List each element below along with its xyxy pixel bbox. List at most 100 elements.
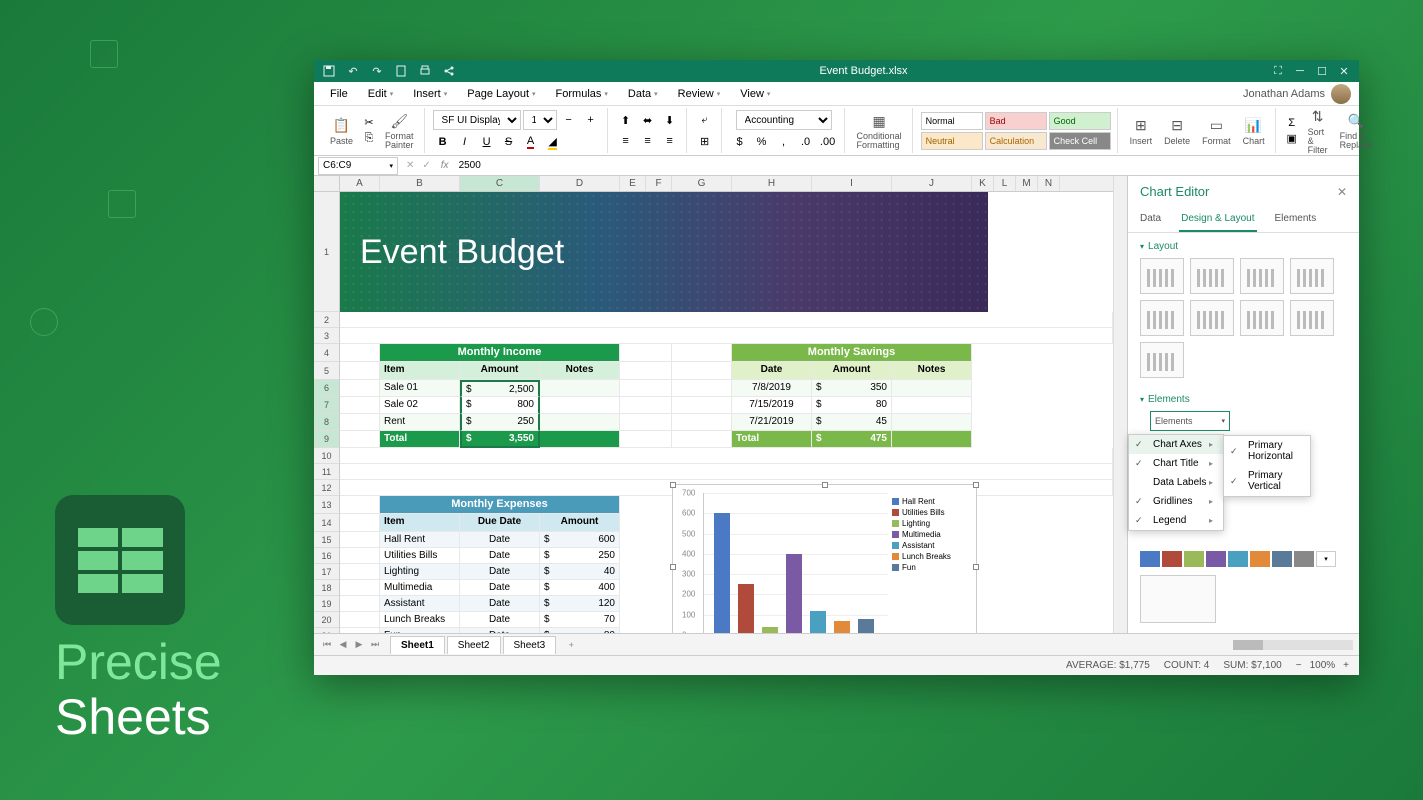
col-header-D[interactable]: D bbox=[540, 176, 620, 191]
format-painter-button[interactable]: 🖌 Format Painter bbox=[381, 109, 418, 152]
font-size-select[interactable]: 12 bbox=[523, 110, 557, 130]
conditional-formatting-button[interactable]: ▦ Conditional Formatting bbox=[853, 109, 906, 152]
chart-preview-thumb[interactable] bbox=[1140, 575, 1216, 623]
decrease-decimal-icon[interactable]: .0 bbox=[796, 133, 816, 151]
row-header-15[interactable]: 15 bbox=[314, 532, 340, 548]
submenu-primary-vertical[interactable]: ✓Primary Vertical bbox=[1224, 466, 1310, 496]
paste-button[interactable]: 📋 Paste bbox=[326, 113, 357, 148]
sort-filter-button[interactable]: ⇅Sort & Filter bbox=[1304, 105, 1332, 157]
elements-item-legend[interactable]: ✓Legend▸ bbox=[1129, 511, 1223, 530]
menu-file[interactable]: File bbox=[322, 85, 356, 103]
minimize-icon[interactable]: ─ bbox=[1293, 64, 1307, 78]
row-header-10[interactable]: 10 bbox=[314, 448, 340, 464]
menu-formulas[interactable]: Formulas▾ bbox=[548, 85, 616, 103]
col-header-G[interactable]: G bbox=[672, 176, 732, 191]
insert-button[interactable]: ⊞Insert bbox=[1126, 113, 1157, 148]
align-left-icon[interactable]: ≡ bbox=[616, 132, 636, 150]
row-header-16[interactable]: 16 bbox=[314, 548, 340, 564]
style-calculation[interactable]: Calculation bbox=[985, 132, 1047, 150]
layout-option-3[interactable] bbox=[1290, 258, 1334, 294]
user-area[interactable]: Jonathan Adams bbox=[1243, 84, 1351, 104]
increase-font-icon[interactable]: + bbox=[581, 111, 601, 129]
vertical-scrollbar[interactable] bbox=[1113, 176, 1127, 633]
row-header-2[interactable]: 2 bbox=[314, 312, 340, 328]
palette-color-6[interactable] bbox=[1272, 551, 1292, 567]
align-bottom-icon[interactable]: ⬇ bbox=[660, 111, 680, 129]
redo-icon[interactable]: ↷ bbox=[370, 64, 384, 78]
palette-color-4[interactable] bbox=[1228, 551, 1248, 567]
palette-color-0[interactable] bbox=[1140, 551, 1160, 567]
increase-decimal-icon[interactable]: .00 bbox=[818, 133, 838, 151]
col-header-H[interactable]: H bbox=[732, 176, 812, 191]
col-header-C[interactable]: C bbox=[460, 176, 540, 191]
style-check[interactable]: Check Cell bbox=[1049, 132, 1111, 150]
italic-button[interactable]: I bbox=[455, 133, 475, 151]
layout-option-7[interactable] bbox=[1290, 300, 1334, 336]
row-header-20[interactable]: 20 bbox=[314, 612, 340, 628]
percent-icon[interactable]: % bbox=[752, 133, 772, 151]
horizontal-scrollbar[interactable] bbox=[1233, 640, 1353, 650]
sheet-tab-sheet2[interactable]: Sheet2 bbox=[447, 636, 501, 654]
underline-button[interactable]: U bbox=[477, 133, 497, 151]
chart-button[interactable]: 📊Chart bbox=[1239, 113, 1269, 148]
row-header-21[interactable]: 21 bbox=[314, 628, 340, 633]
new-doc-icon[interactable] bbox=[394, 64, 408, 78]
align-middle-icon[interactable]: ⬌ bbox=[638, 111, 658, 129]
panel-tab-design---layout[interactable]: Design & Layout bbox=[1179, 207, 1256, 232]
merge-cells-icon[interactable]: ⊞ bbox=[695, 132, 715, 150]
row-header-4[interactable]: 4 bbox=[314, 344, 340, 362]
row-header-13[interactable]: 13 bbox=[314, 496, 340, 514]
font-name-select[interactable]: SF UI Display bbox=[433, 110, 521, 130]
layout-option-1[interactable] bbox=[1190, 258, 1234, 294]
palette-color-5[interactable] bbox=[1250, 551, 1270, 567]
row-header-7[interactable]: 7 bbox=[314, 397, 340, 414]
row-header-5[interactable]: 5 bbox=[314, 362, 340, 380]
row-header-8[interactable]: 8 bbox=[314, 414, 340, 431]
palette-color-2[interactable] bbox=[1184, 551, 1204, 567]
submenu-primary-horizontal[interactable]: ✓Primary Horizontal bbox=[1224, 436, 1310, 466]
palette-color-1[interactable] bbox=[1162, 551, 1182, 567]
spreadsheet-grid[interactable]: ABCDEFGHIJKLMN 1Event Budget234Monthly I… bbox=[314, 176, 1113, 633]
panel-tab-elements[interactable]: Elements bbox=[1273, 207, 1319, 232]
menu-data[interactable]: Data▾ bbox=[620, 85, 666, 103]
row-header-12[interactable]: 12 bbox=[314, 480, 340, 496]
delete-button[interactable]: ⊟Delete bbox=[1160, 113, 1194, 148]
layout-section-title[interactable]: ▾Layout bbox=[1140, 241, 1347, 252]
font-color-button[interactable]: A bbox=[521, 133, 541, 151]
confirm-formula-icon[interactable]: ✓ bbox=[418, 160, 434, 171]
format-button[interactable]: ▭Format bbox=[1198, 113, 1235, 148]
elements-item-gridlines[interactable]: ✓Gridlines▸ bbox=[1129, 492, 1223, 511]
formula-input[interactable] bbox=[455, 157, 1359, 175]
currency-icon[interactable]: $ bbox=[730, 133, 750, 151]
avatar[interactable] bbox=[1331, 84, 1351, 104]
share-icon[interactable] bbox=[442, 64, 456, 78]
layout-option-6[interactable] bbox=[1240, 300, 1284, 336]
col-header-A[interactable]: A bbox=[340, 176, 380, 191]
sheet-tab-sheet3[interactable]: Sheet3 bbox=[503, 636, 557, 654]
zoom-in-icon[interactable]: + bbox=[1343, 660, 1349, 671]
embedded-chart[interactable]: 0100200300400500600700Hall RentUtilities… bbox=[672, 484, 977, 633]
copy-icon[interactable]: ⎘ bbox=[361, 132, 377, 146]
elements-item-data-labels[interactable]: Data Labels▸ bbox=[1129, 473, 1223, 492]
save-icon[interactable] bbox=[322, 64, 336, 78]
col-header-I[interactable]: I bbox=[812, 176, 892, 191]
align-right-icon[interactable]: ≡ bbox=[660, 132, 680, 150]
menu-view[interactable]: View▾ bbox=[732, 85, 778, 103]
menu-review[interactable]: Review▾ bbox=[670, 85, 729, 103]
fx-icon[interactable]: fx bbox=[435, 160, 455, 171]
fullscreen-icon[interactable]: ⛶ bbox=[1271, 64, 1285, 78]
palette-color-7[interactable] bbox=[1294, 551, 1314, 567]
layout-option-8[interactable] bbox=[1140, 342, 1184, 378]
row-header-19[interactable]: 19 bbox=[314, 596, 340, 612]
maximize-icon[interactable]: ☐ bbox=[1315, 64, 1329, 78]
col-header-B[interactable]: B bbox=[380, 176, 460, 191]
col-header-M[interactable]: M bbox=[1016, 176, 1038, 191]
layout-option-4[interactable] bbox=[1140, 300, 1184, 336]
cut-icon[interactable]: ✂ bbox=[361, 116, 377, 130]
palette-more-icon[interactable]: ▾ bbox=[1316, 551, 1336, 567]
undo-icon[interactable]: ↶ bbox=[346, 64, 360, 78]
style-neutral[interactable]: Neutral bbox=[921, 132, 983, 150]
select-all-corner[interactable] bbox=[314, 176, 340, 191]
row-header-18[interactable]: 18 bbox=[314, 580, 340, 596]
fill-color-button[interactable]: ◢ bbox=[543, 133, 563, 151]
